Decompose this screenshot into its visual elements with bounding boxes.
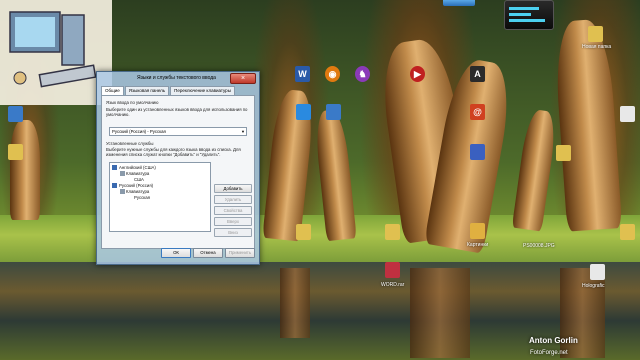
icon-label-holografic: Holografic xyxy=(582,283,605,289)
text-services-dialog[interactable]: Языки и службы текстового ввода × Общие … xyxy=(96,71,260,265)
tree-item-usa[interactable]: США xyxy=(134,177,144,182)
installed-services-tree[interactable]: Английский (США) Клавиатура США Русский … xyxy=(109,162,211,232)
tree-lang-english[interactable]: Английский (США) xyxy=(119,165,156,170)
remove-button[interactable]: Удалить xyxy=(214,195,252,204)
game-icon[interactable]: ♞ xyxy=(355,66,370,82)
tree-trunk xyxy=(552,18,623,232)
installed-heading: Установленные службы xyxy=(106,141,154,146)
tree-item-russian[interactable]: Русская xyxy=(134,195,150,200)
cancel-button[interactable]: Отмена xyxy=(193,248,223,258)
properties-button[interactable]: Свойства xyxy=(214,206,252,215)
save-icon[interactable] xyxy=(470,144,485,160)
folder-icon[interactable] xyxy=(8,144,23,160)
tab-keyboard-switch[interactable]: Переключение клавиатуры xyxy=(170,86,235,95)
gadget-bar xyxy=(509,19,545,22)
top-button[interactable] xyxy=(443,0,475,6)
watermark-author: Anton Gorlin xyxy=(529,336,578,345)
folder-icon[interactable] xyxy=(470,223,485,239)
keyboard-icon xyxy=(120,189,125,194)
default-lang-value: Русский (Россия) - Русская xyxy=(112,129,166,134)
keyboard-icon xyxy=(112,165,117,170)
file-icon[interactable] xyxy=(590,264,605,280)
icon-label-word-file: WORD.rar xyxy=(381,282,405,288)
icon-label-ps-file: PS00008.JPG xyxy=(523,243,555,249)
tree-keyboard-group: Клавиатура xyxy=(126,189,150,194)
close-button[interactable]: × xyxy=(230,73,256,84)
trunk-reflection xyxy=(280,268,310,338)
tree-trunk xyxy=(10,120,40,220)
performance-gadget[interactable] xyxy=(504,0,554,30)
dialog-titlebar[interactable]: Языки и службы текстового ввода × xyxy=(97,72,259,84)
default-lang-select[interactable]: Русский (Россия) - Русская ▼ xyxy=(109,127,247,136)
gadget-bar xyxy=(509,13,531,16)
word-icon[interactable]: W xyxy=(295,66,310,82)
folder-icon[interactable] xyxy=(326,104,341,120)
close-icon: × xyxy=(240,75,246,82)
video-icon[interactable]: ▶ xyxy=(410,66,425,82)
flag-icon[interactable] xyxy=(385,262,400,278)
dialog-title: Языки и службы текстового ввода xyxy=(137,75,216,81)
move-down-button[interactable]: Вниз xyxy=(214,228,252,237)
folder-icon[interactable] xyxy=(620,224,635,240)
tree-trunk xyxy=(511,108,559,232)
folder-icon[interactable] xyxy=(588,26,603,42)
default-lang-desc: Выберите один из установленных языков вв… xyxy=(106,107,248,117)
folder-icon[interactable] xyxy=(296,224,311,240)
water-reflection xyxy=(0,262,640,360)
watermark-site: FotoForge.net xyxy=(530,350,568,356)
installed-desc: Выберите нужные службы для каждого языка… xyxy=(106,147,241,157)
reader-icon[interactable]: A xyxy=(470,66,485,82)
tree-keyboard-group: Клавиатура xyxy=(126,171,150,176)
gadget-bar xyxy=(509,7,539,10)
add-button[interactable]: Добавить xyxy=(214,184,252,193)
move-up-button[interactable]: Вверх xyxy=(214,217,252,226)
icon-label-new-folder: Новая папка xyxy=(582,44,612,50)
dialog-content: Язык ввода по умолчанию Выберите один из… xyxy=(101,95,255,249)
ok-button[interactable]: ОК xyxy=(161,248,191,258)
file-icon[interactable] xyxy=(8,106,23,122)
media-icon[interactable]: ◉ xyxy=(325,66,340,82)
folder-icon[interactable] xyxy=(385,224,400,240)
keyboard-icon xyxy=(120,171,125,176)
keyboard-icon xyxy=(112,183,117,188)
apply-button[interactable]: Применить xyxy=(225,248,255,258)
tab-language-bar[interactable]: Языковая панель xyxy=(124,86,170,95)
file-icon[interactable] xyxy=(620,106,635,122)
default-lang-heading: Язык ввода по умолчанию xyxy=(106,100,159,105)
folder-icon[interactable] xyxy=(556,145,571,161)
dialog-tabs: Общие Языковая панель Переключение клави… xyxy=(101,86,236,96)
icon-label-kartinki: Картинки xyxy=(467,242,489,248)
folder-icon[interactable] xyxy=(296,104,311,120)
chevron-down-icon: ▼ xyxy=(241,129,245,134)
trunk-reflection xyxy=(410,268,470,358)
mail-icon[interactable]: @ xyxy=(470,104,485,120)
tree-lang-russian[interactable]: Русский (Россия) xyxy=(119,183,153,188)
